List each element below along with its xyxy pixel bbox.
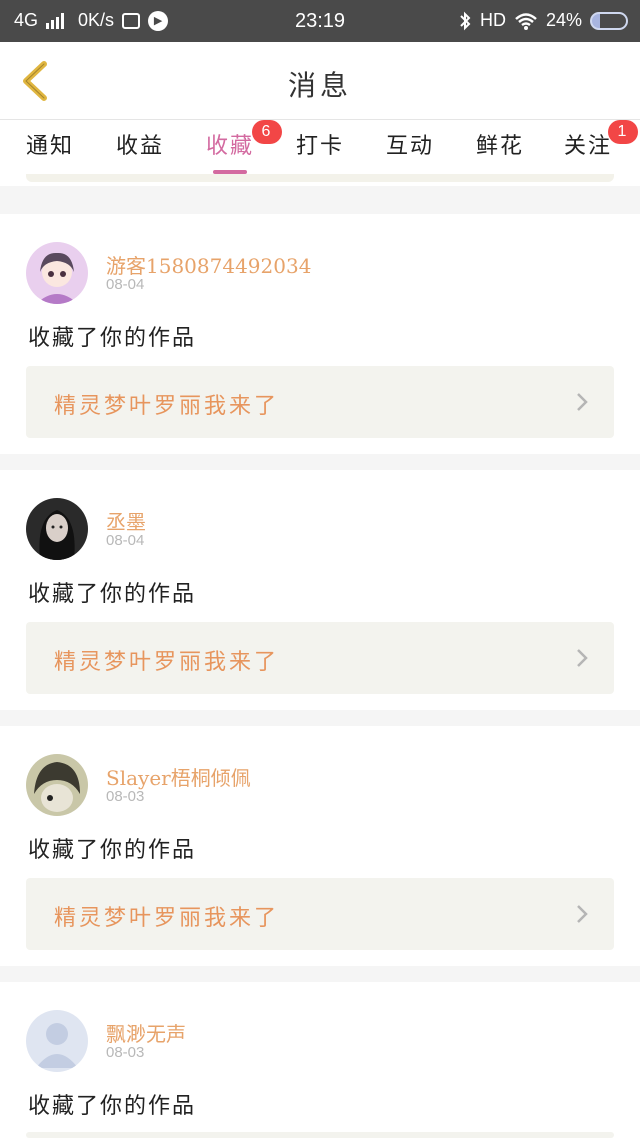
page-title: 消息 <box>287 69 352 102</box>
chevron-right-icon <box>577 649 588 667</box>
chevron-right-icon <box>577 393 588 411</box>
action-text: 收藏了你的作品 <box>28 582 197 607</box>
action-text: 收藏了你的作品 <box>28 838 197 863</box>
follow-badge: 1 <box>608 120 638 144</box>
message-card: 飘渺无声 08-03 收藏了你的作品 <box>0 982 640 1138</box>
tab-follow[interactable]: 关注 1 <box>548 120 638 160</box>
app-header: 消息 <box>0 42 640 120</box>
tab-notice[interactable]: 通知 <box>10 128 90 160</box>
favorites-badge: 6 <box>252 120 282 144</box>
username[interactable]: Slayer梧桐倾佩 <box>106 762 251 791</box>
work-title: 精灵梦叶罗丽我来了 <box>54 906 280 931</box>
username[interactable]: 游客1580874492034 <box>106 250 311 279</box>
avatar[interactable] <box>26 1010 88 1072</box>
work-link[interactable] <box>26 1132 614 1138</box>
message-card: 丞墨 08-04 收藏了你的作品 精灵梦叶罗丽我来了 <box>0 470 640 710</box>
work-link[interactable]: 精灵梦叶罗丽我来了 <box>26 366 614 438</box>
hd-indicator: HD <box>479 10 506 30</box>
avatar[interactable] <box>26 754 88 816</box>
status-bar: 4G 0K/s ▶ 23:19 HD 24% <box>0 0 640 42</box>
tab-interaction[interactable]: 互动 <box>370 128 450 160</box>
message-date: 08-04 <box>106 276 145 293</box>
tab-checkin[interactable]: 打卡 <box>280 128 360 160</box>
work-link[interactable]: 精灵梦叶罗丽我来了 <box>26 878 614 950</box>
chevron-right-icon <box>577 905 588 923</box>
avatar[interactable] <box>26 242 88 304</box>
wifi-icon <box>515 12 537 30</box>
work-title: 精灵梦叶罗丽我来了 <box>54 650 280 675</box>
avatar[interactable] <box>26 498 88 560</box>
work-link[interactable]: 精灵梦叶罗丽我来了 <box>26 622 614 694</box>
message-card: Slayer梧桐倾佩 08-03 收藏了你的作品 精灵梦叶罗丽我来了 <box>0 726 640 966</box>
username[interactable]: 飘渺无声 <box>106 1018 186 1047</box>
message-card: 游客1580874492034 08-04 收藏了你的作品 精灵梦叶罗丽我来了 <box>0 214 640 454</box>
action-text: 收藏了你的作品 <box>28 326 197 351</box>
previous-item-edge <box>26 174 614 182</box>
battery-percent: 24% <box>545 10 582 30</box>
work-title: 精灵梦叶罗丽我来了 <box>54 394 280 419</box>
message-date: 08-04 <box>106 532 145 549</box>
tab-favorites[interactable]: 收藏 6 <box>190 120 282 174</box>
battery-icon <box>590 11 628 30</box>
message-date: 08-03 <box>106 1044 145 1061</box>
message-date: 08-03 <box>106 788 145 805</box>
username[interactable]: 丞墨 <box>106 506 146 535</box>
tab-income[interactable]: 收益 <box>100 128 180 160</box>
action-text: 收藏了你的作品 <box>28 1094 197 1119</box>
bluetooth-icon <box>460 11 471 30</box>
tab-flowers[interactable]: 鲜花 <box>460 128 540 160</box>
